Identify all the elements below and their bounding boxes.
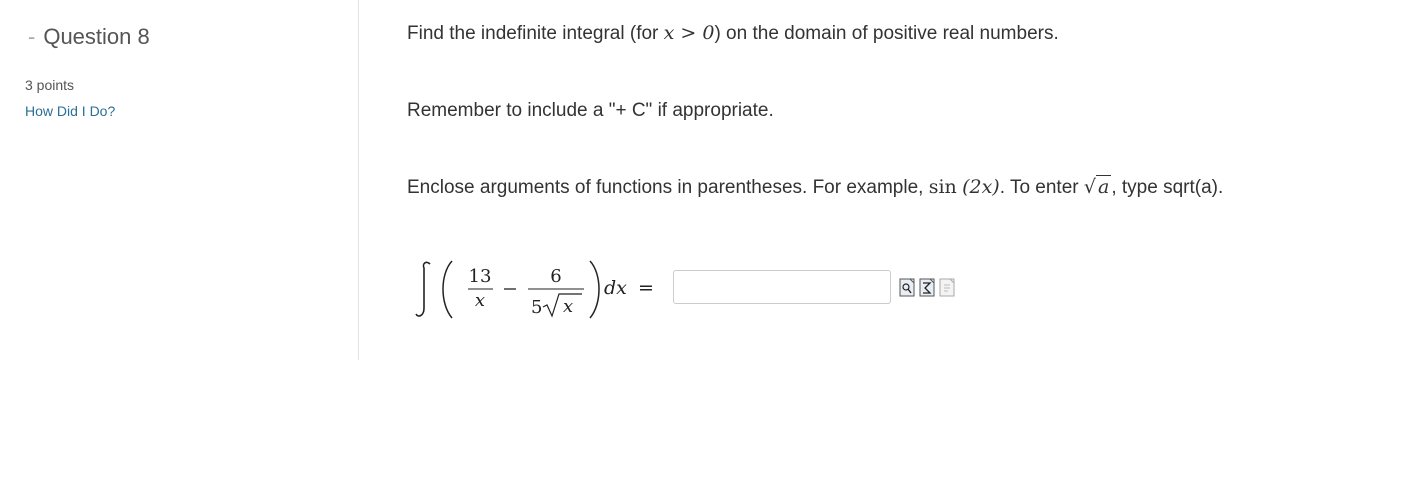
inline-sqrt: √ a <box>1083 175 1112 199</box>
equation-editor-icon[interactable] <box>899 277 916 297</box>
collapse-toggle-icon[interactable]: - <box>28 24 35 49</box>
instruction-text: Find the indefinite integral (for <box>407 23 664 44</box>
radical-sign-icon: √ <box>1083 176 1096 198</box>
integral-svg: 13 x 6 5 x dx = <box>415 260 654 319</box>
question-points: 3 points <box>25 77 75 93</box>
answer-input[interactable] <box>673 270 891 304</box>
equals-sign: = <box>638 277 654 299</box>
frac2-numerator: 6 <box>550 266 561 287</box>
instruction-text: . To enter <box>999 177 1084 198</box>
instruction-text: , type sqrt(a). <box>1111 177 1224 198</box>
preview-icon[interactable] <box>939 277 956 297</box>
instruction-paragraph-2: Remember to include a "+ C" if appropria… <box>407 100 774 121</box>
how-did-i-do-link[interactable]: How Did I Do? <box>25 103 115 119</box>
answer-tools <box>899 277 956 299</box>
inline-math: x > 0 <box>663 22 715 44</box>
inline-math-argument: (2x) <box>962 176 1000 198</box>
question-sidebar: - Question 8 3 points How Did I Do? <box>0 0 359 360</box>
frac1-denominator: x <box>475 290 485 311</box>
differential: dx <box>604 277 627 299</box>
left-paren-icon <box>442 260 453 319</box>
frac2-denominator-radicand: x <box>563 296 573 317</box>
frac1-numerator: 13 <box>469 266 492 287</box>
instruction-paragraph-3: Enclose arguments of functions in parent… <box>407 175 1224 199</box>
question-header[interactable]: - Question 8 <box>28 24 150 50</box>
instruction-text: ) on the domain of positive real numbers… <box>714 23 1059 44</box>
right-paren-icon <box>589 260 600 319</box>
instruction-paragraph-1: Find the indefinite integral (for x > 0)… <box>407 22 1059 45</box>
symbol-palette-icon[interactable] <box>919 277 936 297</box>
frac2-denominator-coef: 5 <box>531 297 542 318</box>
inline-math-function: sin <box>928 176 957 198</box>
integral-sign-icon <box>415 261 431 317</box>
question-title: Question 8 <box>43 24 150 49</box>
instruction-text: Enclose arguments of functions in parent… <box>407 177 929 198</box>
sqrt-argument: a <box>1096 175 1112 198</box>
